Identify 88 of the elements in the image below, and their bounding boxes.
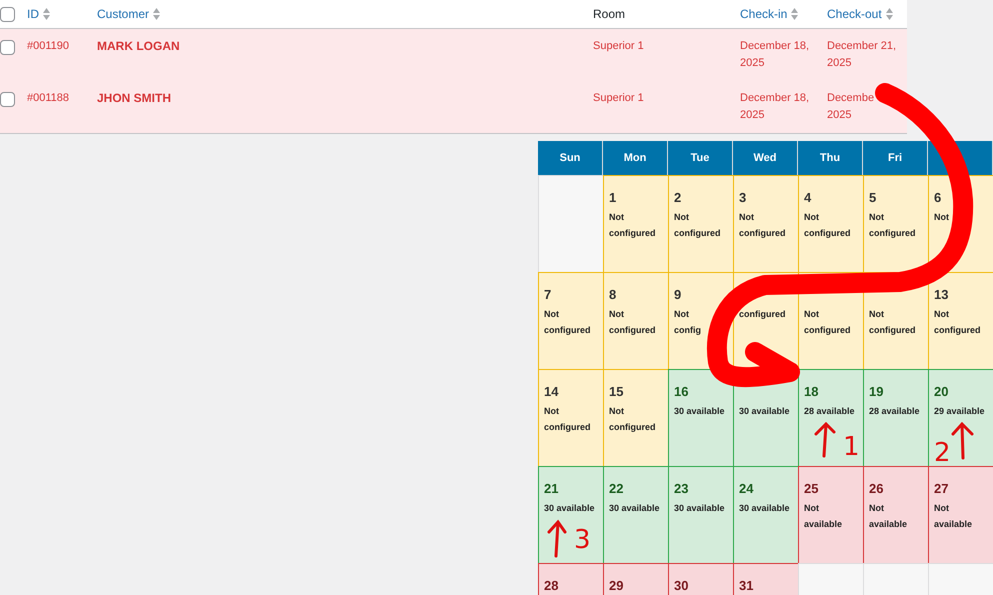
- day-number: 6: [934, 190, 942, 206]
- day-number: 18: [804, 384, 820, 400]
- day-number: 4: [804, 190, 812, 206]
- day-number: 31: [739, 578, 754, 594]
- day-number: 3: [739, 190, 748, 206]
- day-number: 9: [674, 287, 682, 303]
- sort-icon[interactable]: [791, 8, 798, 20]
- table-cell-text: Superior 1: [593, 39, 645, 54]
- day-status: Not available: [934, 502, 974, 531]
- day-number: 14: [544, 384, 560, 400]
- day-number: 21: [544, 481, 560, 497]
- table-cell-text: MARK LOGAN: [97, 38, 181, 55]
- row-checkbox[interactable]: [0, 40, 15, 55]
- day-status: Not configured: [804, 308, 852, 337]
- table-cell-text: December 18, 2025: [740, 39, 810, 71]
- row-checkbox[interactable]: [0, 92, 15, 107]
- table-cell-text: JHON SMITH: [97, 90, 172, 107]
- table-cell-text: #001188: [27, 91, 70, 106]
- arrow-icon: [814, 422, 836, 458]
- annotation-number: 3: [574, 527, 591, 553]
- day-status: 30 available: [674, 502, 726, 515]
- day-status: 28 available: [804, 405, 856, 418]
- table-cell-text: Superior 1: [593, 91, 645, 106]
- weekday-header: Sun: [538, 141, 603, 175]
- day-status: Not configured: [934, 308, 982, 337]
- day-number: 23: [674, 481, 690, 497]
- day-number: 13: [934, 287, 950, 303]
- day-number: 29: [609, 578, 624, 594]
- day-number: 16: [674, 384, 690, 400]
- day-status: Not configured: [609, 405, 656, 434]
- day-status: 29 available: [934, 405, 986, 418]
- day-status: Not configured: [869, 308, 916, 337]
- day-number: 30: [674, 578, 690, 594]
- day-number: 2: [674, 190, 682, 206]
- day-status: Not configured: [544, 308, 592, 337]
- day-status: 28 available: [869, 405, 921, 418]
- day-status: 30 available: [609, 502, 661, 515]
- column-header[interactable]: Customer: [97, 7, 150, 21]
- day-number: 22: [609, 481, 624, 497]
- annotation-number: 1: [843, 434, 860, 460]
- day-status: Not available: [804, 502, 844, 531]
- day-number: 24: [739, 481, 754, 497]
- day-status: Not configured: [674, 211, 722, 240]
- day-status: 30 available: [739, 502, 791, 515]
- weekday-header: Wed: [733, 141, 798, 175]
- day-number: 5: [869, 190, 878, 206]
- arrow-icon: [548, 520, 566, 558]
- day-status: Not: [934, 211, 950, 224]
- day-number: 15: [609, 384, 624, 400]
- day-status: 30 available: [739, 405, 791, 418]
- day-number: 28: [544, 578, 560, 594]
- day-number: 20: [934, 384, 950, 400]
- table-cell-text: December 18, 2025: [740, 91, 810, 123]
- day-status: Not configured: [804, 211, 852, 240]
- day-status: Not configured: [544, 405, 592, 434]
- weekday-header: Fri: [863, 141, 928, 175]
- day-number: 1: [609, 190, 618, 206]
- table-cell-text: Decembe 2025: [827, 91, 876, 123]
- column-header: Room: [593, 7, 626, 21]
- day-number: 25: [804, 481, 820, 497]
- table-cell-text: #001190: [27, 39, 70, 54]
- day-number: 19: [869, 384, 884, 400]
- day-status: Not configured: [609, 211, 656, 240]
- arrow-icon: [952, 422, 974, 460]
- weekday-header: Mon: [603, 141, 668, 175]
- select-all-checkbox[interactable]: [0, 6, 15, 22]
- column-header[interactable]: ID: [27, 7, 39, 21]
- day-status: Not configured: [869, 211, 916, 240]
- day-number: 8: [609, 287, 618, 303]
- sort-icon[interactable]: [153, 8, 160, 20]
- day-number: 26: [869, 481, 884, 497]
- day-number: 27: [934, 481, 950, 497]
- day-status: configured: [739, 308, 786, 321]
- day-status: Not configured: [739, 211, 786, 240]
- weekday-header: Thu: [798, 141, 863, 175]
- column-header[interactable]: Check-in: [740, 7, 788, 21]
- day-status: 30 available: [674, 405, 726, 418]
- day-status: Not configured: [609, 308, 656, 337]
- column-header[interactable]: Check-out: [827, 7, 882, 21]
- day-status: Not available: [869, 502, 908, 531]
- weekday-header: Tue: [668, 141, 733, 175]
- sort-icon[interactable]: [43, 8, 50, 20]
- annotation-number: 2: [934, 440, 951, 466]
- day-status: 30 available: [544, 502, 596, 515]
- day-status: Not config: [674, 308, 702, 337]
- sort-icon[interactable]: [886, 8, 893, 20]
- day-number: 7: [544, 287, 552, 303]
- table-cell-text: December 21, 2025: [827, 39, 898, 71]
